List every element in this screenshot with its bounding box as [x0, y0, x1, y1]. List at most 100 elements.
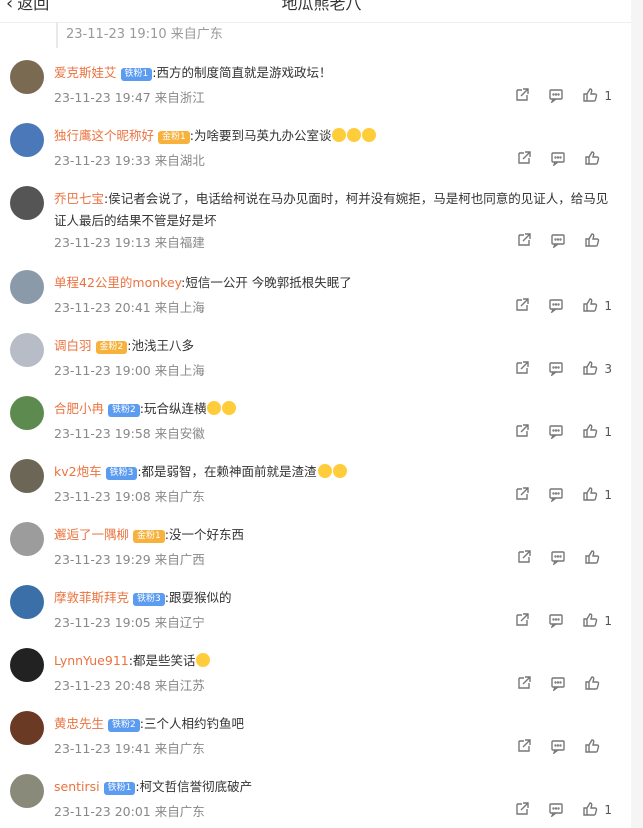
user-name-link[interactable]: 黄忠先生 [54, 716, 104, 731]
reply-button[interactable] [548, 87, 564, 106]
share-icon [514, 297, 530, 316]
avatar[interactable] [10, 648, 44, 682]
comment-icon [550, 150, 566, 169]
user-name-link[interactable]: 摩敦菲斯拜克 [54, 590, 129, 605]
comment-icon [548, 297, 564, 316]
user-name-link[interactable]: 单程42公里的monkey [54, 275, 181, 290]
like-count: 1 [604, 614, 612, 628]
share-button[interactable] [516, 549, 532, 568]
comment-time: 23-11-23 20:48 来自江苏 [54, 678, 205, 693]
avatar[interactable] [10, 585, 44, 619]
like-button[interactable] [584, 150, 612, 169]
user-name-link[interactable]: 爱克斯娃艾 [54, 65, 117, 80]
avatar[interactable] [10, 333, 44, 367]
reply-button[interactable] [548, 360, 564, 379]
reply-button[interactable] [548, 423, 564, 442]
fan-badge: 铁粉2 [108, 404, 140, 417]
comment-content: 独行鹰这个昵称好 金粉1:为啥要到马英九办公室谈 [54, 125, 614, 147]
emoji-icon [207, 401, 222, 415]
reply-button[interactable] [550, 738, 566, 757]
comment-actions: 1 [496, 486, 612, 505]
avatar[interactable] [10, 774, 44, 808]
reply-button[interactable] [548, 612, 564, 631]
avatar[interactable] [10, 396, 44, 430]
share-icon [514, 801, 530, 820]
avatar[interactable] [10, 186, 44, 220]
share-button[interactable] [514, 360, 530, 379]
like-button[interactable]: 1 [582, 87, 612, 106]
thumbs-up-icon [582, 801, 598, 820]
share-button[interactable] [514, 612, 530, 631]
like-button[interactable] [584, 232, 612, 251]
share-button[interactable] [516, 675, 532, 694]
share-button[interactable] [516, 232, 532, 251]
like-button[interactable]: 1 [582, 423, 612, 442]
thumbs-up-icon [582, 87, 598, 106]
user-name-link[interactable]: sentirsi [54, 779, 100, 794]
avatar[interactable] [10, 60, 44, 94]
like-button[interactable]: 1 [582, 297, 612, 316]
thumbs-up-icon [584, 549, 600, 568]
avatar[interactable] [10, 123, 44, 157]
like-count: 3 [604, 362, 612, 376]
emoji-icon [317, 464, 332, 478]
emoji-icon [347, 128, 362, 142]
thumbs-up-icon [584, 738, 600, 757]
share-icon [516, 675, 532, 694]
user-name-link[interactable]: 乔巴七宝 [54, 191, 104, 206]
user-name-link[interactable]: 调白羽 [54, 338, 92, 353]
avatar[interactable] [10, 522, 44, 556]
fan-badge: 铁粉3 [133, 593, 165, 606]
comment-actions [498, 738, 612, 757]
comment-time: 23-11-23 19:05 来自辽宁 [54, 615, 205, 630]
comment-actions: 3 [496, 360, 612, 379]
share-button[interactable] [514, 297, 530, 316]
comment-actions: 1 [496, 801, 612, 820]
user-name-link[interactable]: LynnYue911 [54, 653, 129, 668]
user-name-link[interactable]: 合肥小冉 [54, 401, 104, 416]
reply-button[interactable] [548, 486, 564, 505]
share-button[interactable] [514, 486, 530, 505]
user-name-link[interactable]: kv2炮车 [54, 464, 102, 479]
reply-button[interactable] [550, 675, 566, 694]
share-button[interactable] [514, 801, 530, 820]
comment-text: :三个人相约钓鱼吧 [139, 716, 244, 731]
avatar[interactable] [10, 459, 44, 493]
share-button[interactable] [516, 150, 532, 169]
share-button[interactable] [514, 87, 530, 106]
like-button[interactable] [584, 549, 612, 568]
reply-button[interactable] [548, 801, 564, 820]
avatar[interactable] [10, 711, 44, 745]
like-button[interactable] [584, 675, 612, 694]
scrollbar[interactable] [631, 0, 643, 828]
like-button[interactable]: 1 [582, 801, 612, 820]
avatar[interactable] [10, 270, 44, 304]
comment-time: 23-11-23 19:47 来自浙江 [54, 90, 205, 105]
share-icon [514, 360, 530, 379]
comment-item: 合肥小冉 铁粉2:玩合纵连横 23-11-23 19:58 来自安徽 1 [0, 384, 630, 447]
comment-actions [498, 549, 612, 568]
comment-text: :西方的制度简直就是游戏政坛！ [152, 65, 332, 80]
comment-text: :柯文哲信誉彻底破产 [135, 779, 253, 794]
comment-item: 独行鹰这个昵称好 金粉1:为啥要到马英九办公室谈 23-11-23 19:33 来… [0, 111, 630, 174]
reply-button[interactable] [550, 150, 566, 169]
comment-content: 调白羽 金粉2:池浅王八多 [54, 335, 614, 357]
like-button[interactable]: 1 [582, 612, 612, 631]
reply-button[interactable] [548, 297, 564, 316]
comment-content: sentirsi 铁粉1:柯文哲信誉彻底破产 [54, 776, 614, 798]
comment-icon [548, 486, 564, 505]
user-name-link[interactable]: 独行鹰这个昵称好 [54, 128, 154, 143]
comment-item: 黄忠先生 铁粉2:三个人相约钓鱼吧 23-11-23 19:41 来自广东 [0, 699, 630, 762]
comment-icon [550, 549, 566, 568]
user-name-link[interactable]: 邂逅了一隅柳 [54, 527, 129, 542]
like-count: 1 [604, 425, 612, 439]
share-button[interactable] [516, 738, 532, 757]
page-title: 地瓜熊老八 [281, 0, 362, 13]
like-button[interactable] [584, 738, 612, 757]
reply-button[interactable] [550, 549, 566, 568]
comment-content: 摩敦菲斯拜克 铁粉3:跟耍猴似的 [54, 587, 614, 609]
share-button[interactable] [514, 423, 530, 442]
like-button[interactable]: 3 [582, 360, 612, 379]
like-button[interactable]: 1 [582, 486, 612, 505]
reply-button[interactable] [550, 232, 566, 251]
